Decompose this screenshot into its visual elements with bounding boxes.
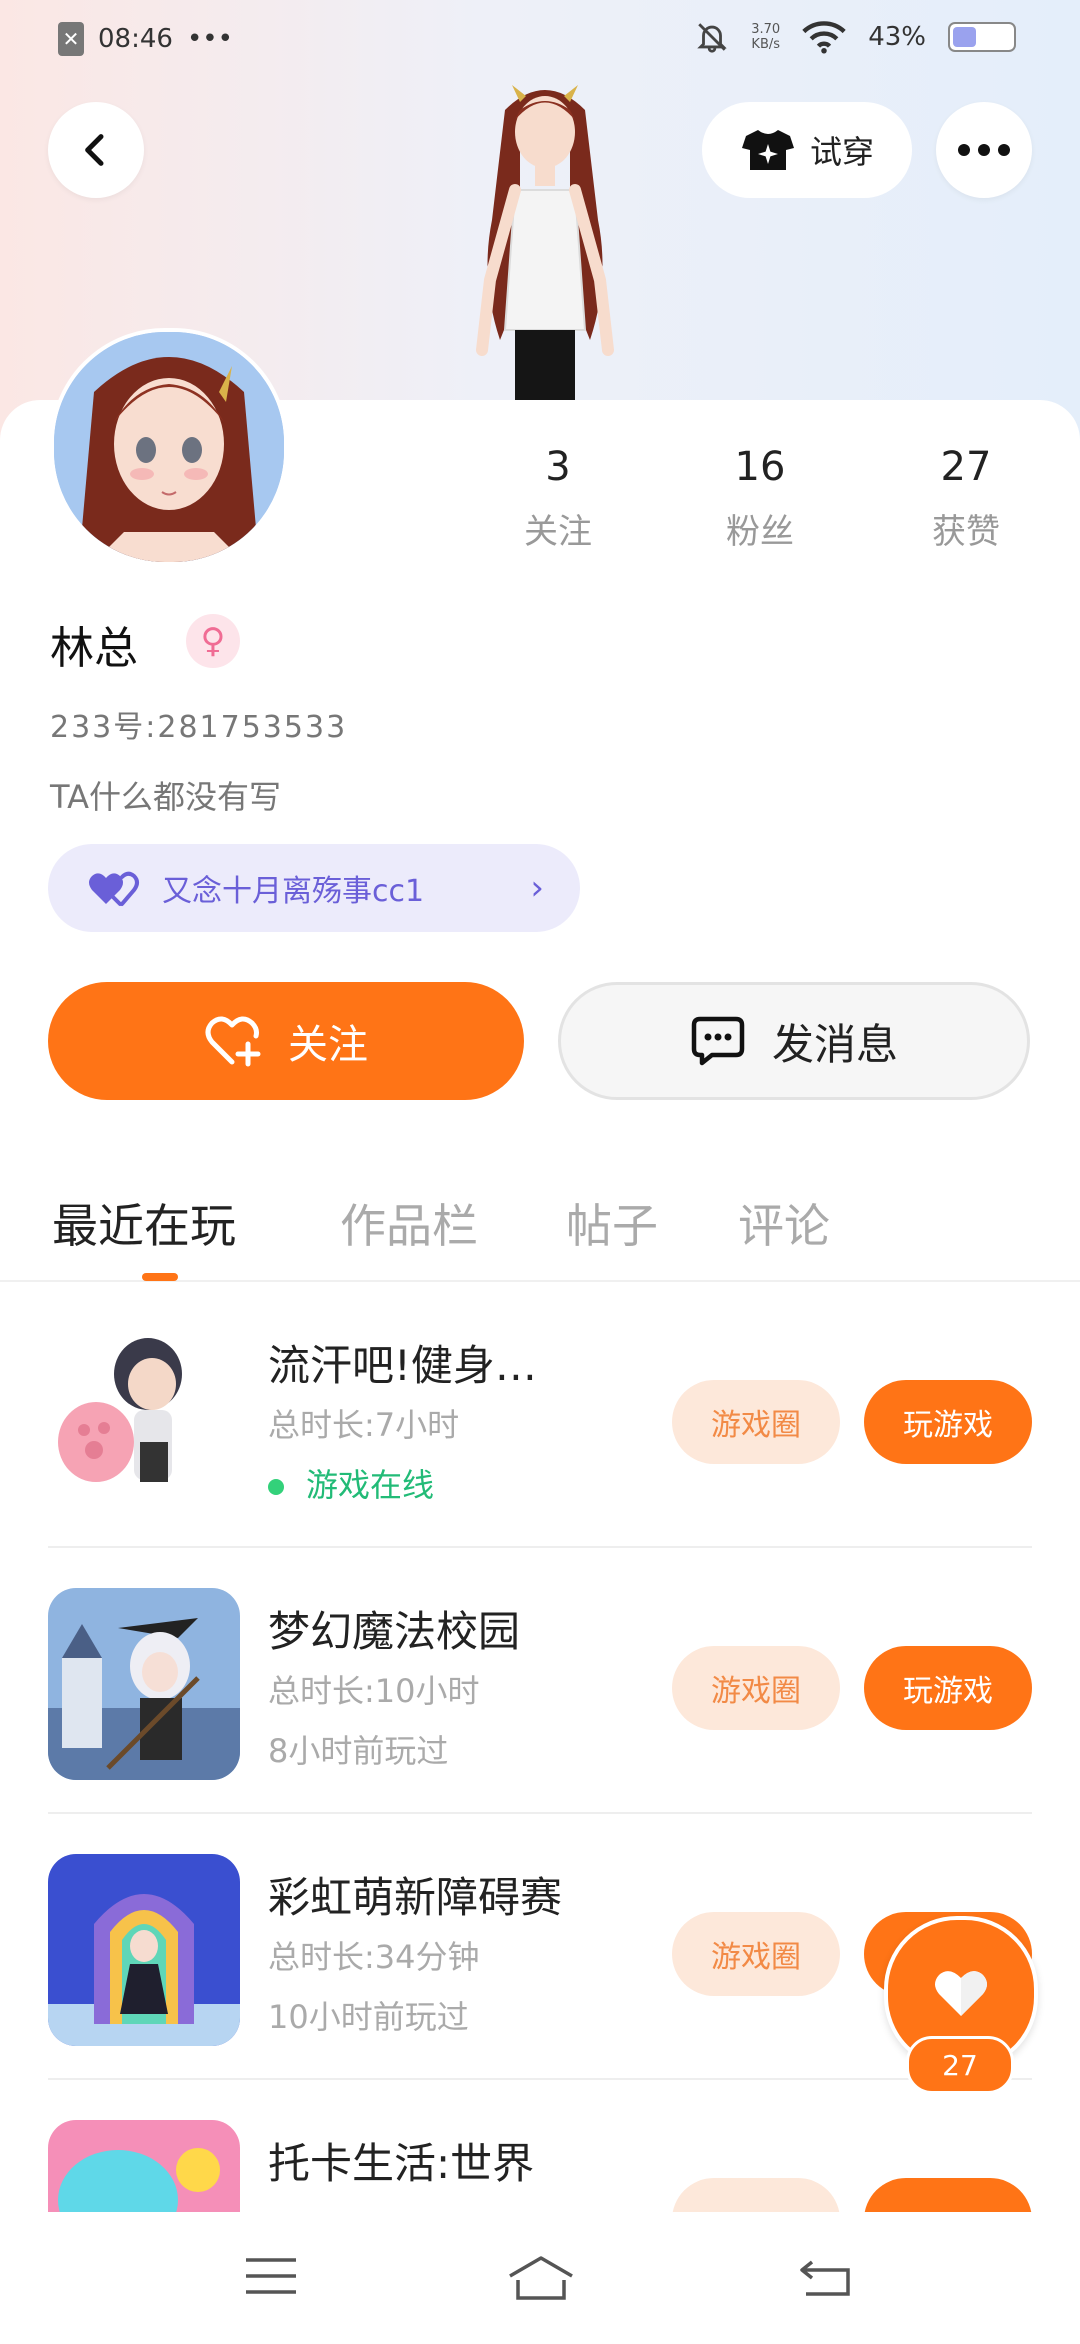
- follow-button-label: 关注: [288, 1022, 368, 1068]
- game-circle-button[interactable]: 游戏圈: [672, 1912, 840, 1996]
- wifi-icon: [802, 21, 846, 54]
- game-art: [48, 1854, 240, 2046]
- status-bar: ✕ 08:46 ••• 3.70 KB/s 43%: [0, 0, 1080, 84]
- status-more-dots: •••: [186, 24, 233, 54]
- menu-icon[interactable]: [244, 2254, 298, 2298]
- floating-like-count: 27: [906, 2036, 1014, 2094]
- network-speed: 3.70 KB/s: [751, 22, 780, 52]
- companion-tag[interactable]: 又念十月离殇事cc1 ›: [48, 844, 580, 932]
- play-game-button[interactable]: 玩游戏: [864, 1646, 1032, 1730]
- battery-icon: [948, 22, 1016, 52]
- game-title: 梦幻魔法校园: [268, 1607, 521, 1656]
- female-gender-icon: ♀: [186, 614, 240, 668]
- try-on-label: 试穿: [809, 133, 874, 171]
- tab-recently-played[interactable]: 最近在玩: [52, 1190, 236, 1256]
- stat-likes-count: 27: [940, 444, 992, 490]
- profile-name: 林总: [50, 623, 138, 674]
- stat-following[interactable]: 3 关注: [488, 444, 628, 553]
- list-item[interactable]: 流汗吧!健身… 总时长:7小时 游戏在线 游戏圈 玩游戏: [48, 1282, 1032, 1548]
- stat-following-label: 关注: [524, 512, 592, 552]
- profile-uid[interactable]: 233号:281753533: [50, 702, 347, 746]
- home-icon[interactable]: [506, 2254, 576, 2302]
- list-item[interactable]: 梦幻魔法校园 总时长:10小时 8小时前玩过 游戏圈 玩游戏: [48, 1548, 1032, 1814]
- stat-followers[interactable]: 16 粉丝: [690, 444, 830, 553]
- heart-plus-icon: [205, 1016, 261, 1067]
- tshirt-icon: [741, 130, 794, 170]
- system-navigation-bar: [0, 2212, 1080, 2340]
- notification-app-icon: ✕: [58, 22, 84, 56]
- list-item[interactable]: 彩虹萌新障碍赛 总时长:34分钟 10小时前玩过 游戏圈 玩游戏: [48, 1814, 1032, 2080]
- content-tabs: 最近在玩 作品栏 帖子 评论: [0, 1180, 1080, 1282]
- game-art: [48, 1322, 240, 1514]
- status-time: 08:46: [98, 24, 173, 54]
- follow-button[interactable]: 关注: [48, 982, 524, 1100]
- game-duration: 总时长:34分钟: [268, 1938, 480, 1976]
- active-tab-indicator: [142, 1273, 178, 1281]
- game-duration: 总时长:7小时: [268, 1406, 460, 1444]
- stat-followers-count: 16: [734, 444, 786, 490]
- game-thumbnail[interactable]: [48, 1854, 240, 2046]
- tab-posts[interactable]: 帖子: [566, 1190, 658, 1256]
- avatar-3d-figure[interactable]: [420, 80, 670, 410]
- stat-followers-label: 粉丝: [726, 512, 794, 552]
- network-speed-unit: KB/s: [751, 37, 781, 52]
- game-art: [48, 1588, 240, 1780]
- game-circle-button[interactable]: 游戏圈: [672, 1380, 840, 1464]
- heart-icon: [935, 1971, 987, 2016]
- game-status: 游戏在线: [268, 1460, 434, 1506]
- back-nav-icon[interactable]: [798, 2254, 852, 2298]
- game-title: 托卡生活:世界: [268, 2139, 535, 2188]
- try-on-button[interactable]: 试穿: [702, 102, 912, 198]
- avatar-illustration: [54, 332, 284, 562]
- game-duration: 总时长:10小时: [268, 1672, 480, 1710]
- bell-muted-icon: [697, 23, 728, 53]
- play-game-button[interactable]: 玩游戏: [864, 1380, 1032, 1464]
- game-status: 8小时前玩过: [268, 1732, 449, 1770]
- stat-following-count: 3: [545, 444, 571, 490]
- chat-bubble-icon: [691, 1016, 745, 1066]
- more-options-button[interactable]: [936, 102, 1032, 198]
- game-thumbnail[interactable]: [48, 1588, 240, 1780]
- game-status: 10小时前玩过: [268, 1998, 469, 2036]
- send-message-label: 发消息: [771, 1019, 898, 1069]
- game-circle-button[interactable]: 游戏圈: [672, 1646, 840, 1730]
- game-title: 流汗吧!健身…: [268, 1341, 537, 1390]
- companion-tag-label: 又念十月离殇事cc1: [162, 874, 425, 909]
- battery-fill: [953, 27, 976, 47]
- game-thumbnail[interactable]: [48, 1322, 240, 1514]
- send-message-button[interactable]: 发消息: [558, 982, 1030, 1100]
- tab-works[interactable]: 作品栏: [340, 1190, 478, 1256]
- double-heart-icon: [89, 871, 139, 906]
- game-title: 彩虹萌新障碍赛: [268, 1873, 563, 1922]
- game-status-text: 游戏在线: [306, 1466, 435, 1504]
- battery-percent: 43%: [868, 22, 926, 52]
- user-avatar[interactable]: [50, 328, 288, 566]
- chevron-right-icon: ›: [530, 868, 544, 908]
- stat-likes[interactable]: 27 获赞: [896, 444, 1036, 553]
- profile-bio: TA什么都没有写: [50, 778, 281, 816]
- online-dot-icon: [268, 1479, 284, 1495]
- chevron-left-icon: [85, 134, 104, 166]
- back-button[interactable]: [48, 102, 144, 198]
- network-speed-value: 3.70: [751, 22, 781, 37]
- tab-comments[interactable]: 评论: [738, 1190, 830, 1256]
- more-dots-icon: [958, 144, 1010, 156]
- stat-likes-label: 获赞: [932, 512, 1000, 552]
